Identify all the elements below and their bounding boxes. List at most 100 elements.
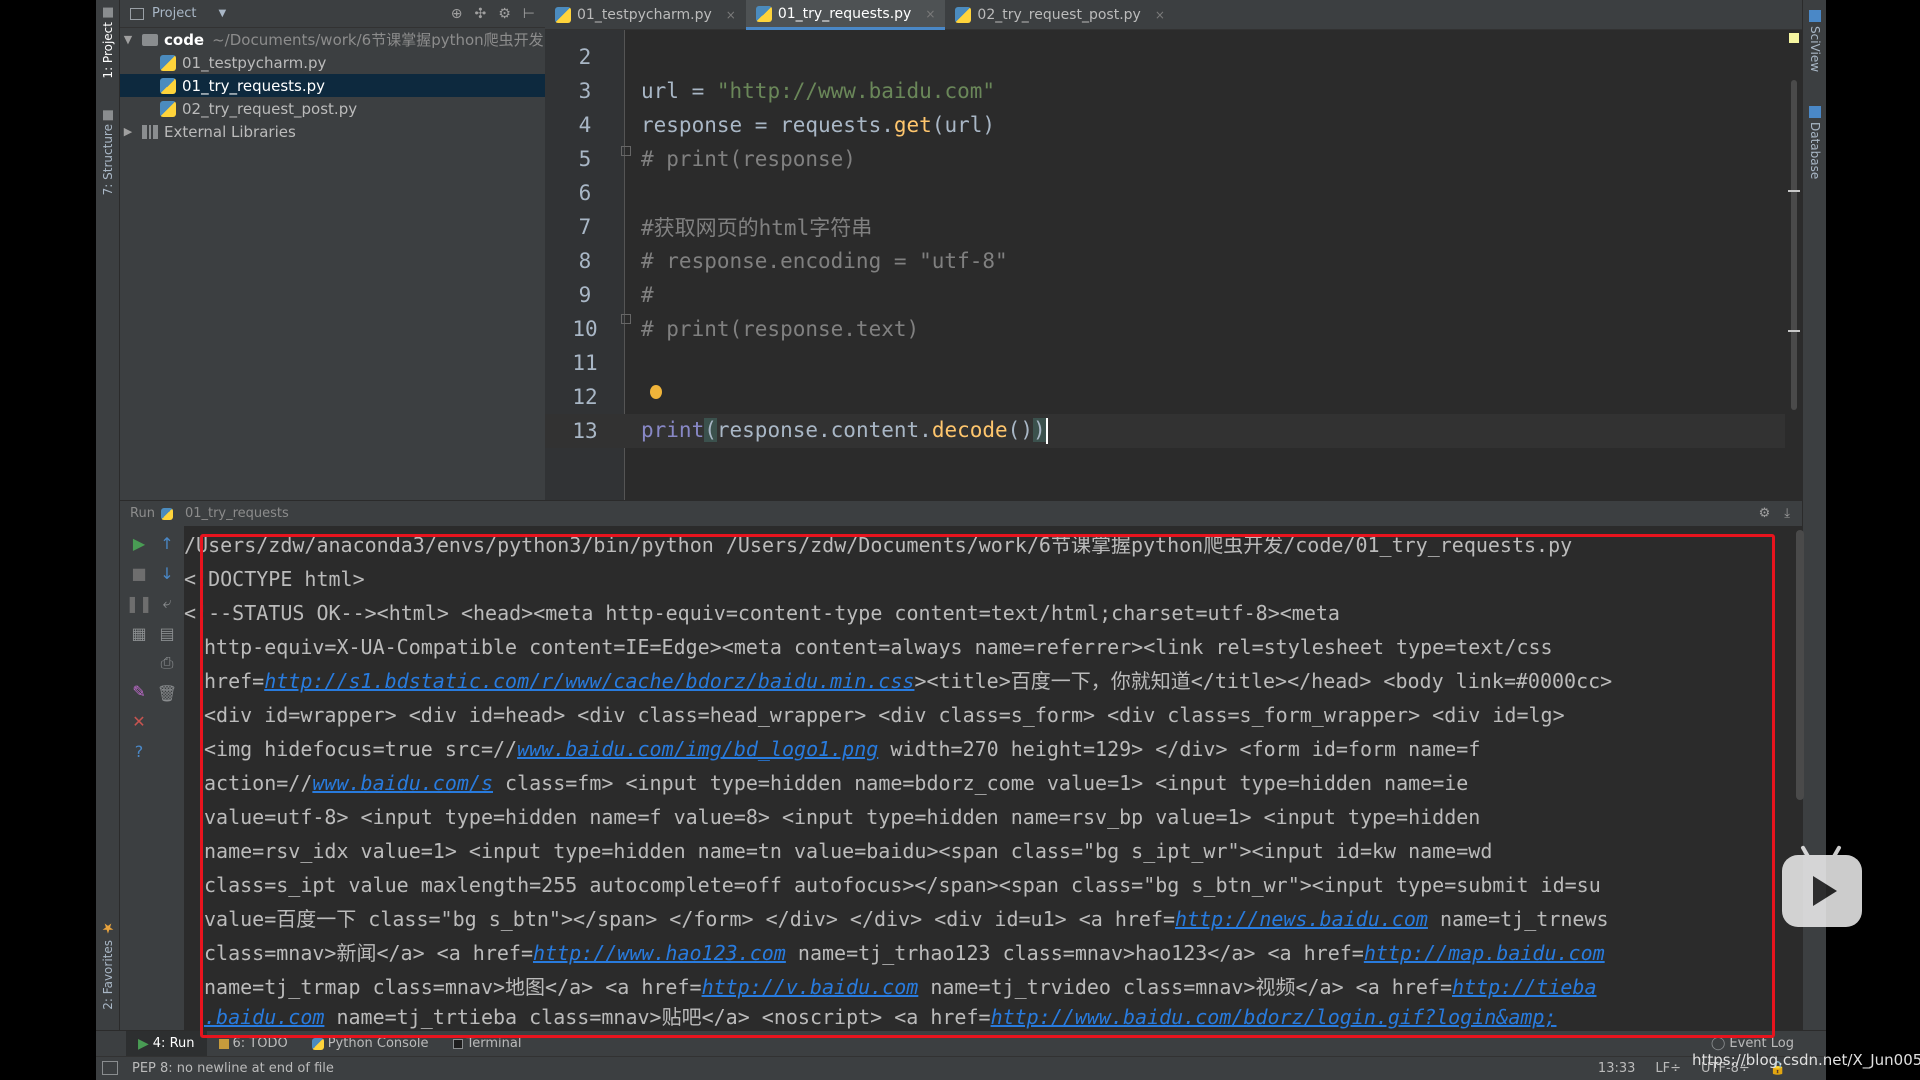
lightbulb-icon[interactable] [650, 385, 662, 399]
hide-panel-icon[interactable]: ⤓ [1784, 506, 1790, 521]
line-number: 8 [578, 249, 592, 273]
project-panel-title[interactable]: Project [152, 6, 196, 21]
console-line: <!DOCTYPE html> [184, 567, 365, 591]
tab-project-tool[interactable]: 1: Project [98, 8, 118, 79]
console-link[interactable]: http://www.baidu.com/bdorz/login.gif?log… [991, 1005, 1557, 1029]
layout-icon[interactable]: ▦ [128, 622, 150, 644]
line-number: 6 [578, 181, 592, 205]
console-link[interactable]: http://v.baidu.com [702, 975, 919, 999]
console-link[interactable]: www.baidu.com/img/bd_logo1.png [517, 737, 878, 761]
arrow-down-icon[interactable]: ↓ [156, 562, 178, 584]
project-panel-header: Project ▼ ⊕ ✣ ⚙ ⊢ [120, 0, 545, 28]
editor-scrollbar[interactable] [1786, 30, 1802, 500]
tab-01-try-requests[interactable]: 01_try_requests.py × [745, 0, 946, 30]
gear-icon[interactable]: ⚙ [498, 6, 511, 22]
soft-wrap-icon[interactable]: ⤶ [156, 592, 178, 614]
python-console-tool-label: Python Console [327, 1036, 429, 1051]
chevron-right-icon[interactable]: ▶ [120, 125, 136, 138]
console-text: name=tj_trmap class=mnav>地图</a> <a href= [204, 975, 702, 999]
run-panel-label: Run [130, 506, 155, 521]
arrow-up-icon[interactable]: ↑ [156, 532, 178, 554]
letterbox-left [0, 0, 96, 1080]
scroll-marker[interactable] [1788, 190, 1800, 192]
chevron-down-icon[interactable]: ▼ [218, 8, 226, 19]
console-link[interactable]: http://tieba [1452, 975, 1597, 999]
line-separator[interactable]: LF÷ [1655, 1061, 1681, 1076]
database-icon [1809, 106, 1821, 118]
console-link[interactable]: http://www.hao123.com [533, 941, 786, 965]
console-line: value=百度一下 class="bg s_btn"></span> </fo… [204, 902, 1704, 936]
inspection-status-icon[interactable] [1789, 33, 1799, 43]
console-link[interactable]: http://map.baidu.com [1364, 941, 1605, 965]
code-line: 5 # print(response) [545, 142, 1785, 176]
console-link[interactable]: http://s1.bdstatic.com/r/www/cache/bdorz… [264, 669, 914, 693]
locate-icon[interactable]: ⊕ [451, 6, 463, 22]
console-scrollbar-thumb[interactable] [1796, 530, 1804, 800]
code-editor[interactable]: 2 3 url = "http://www.baidu.com" 4 respo… [545, 30, 1802, 500]
console-link[interactable]: www.baidu.com/s [312, 771, 493, 795]
tree-item-code-folder[interactable]: ▼ code ~/Documents/work/6节课掌握python爬虫开发 [120, 28, 545, 51]
run-console-output[interactable]: /Users/zdw/anaconda3/envs/python3/bin/py… [184, 526, 1802, 1030]
collapse-icon[interactable]: ✣ [475, 6, 487, 22]
python-file-icon [755, 5, 772, 22]
tab-sciview-tool[interactable]: SciView [1805, 10, 1825, 72]
line-number: 4 [578, 113, 592, 137]
tree-item-external-libraries[interactable]: ▶ External Libraries [120, 120, 545, 143]
close-icon[interactable]: × [726, 8, 736, 22]
code-comment: # [641, 283, 654, 307]
tab-01-testpycharm[interactable]: 01_testpycharm.py × [545, 0, 746, 30]
tab-favorites-tool[interactable]: 2: Favorites ★ [98, 920, 118, 1010]
tree-item-file[interactable]: 01_testpycharm.py [120, 51, 545, 74]
text-cursor [1045, 418, 1048, 444]
tab-python-console-tool[interactable]: Python Console [300, 1031, 441, 1057]
tab-structure-tool[interactable]: 7: Structure [98, 110, 118, 195]
scroll-marker[interactable] [1788, 330, 1800, 332]
pause-icon[interactable]: ❚❚ [126, 592, 153, 614]
console-link[interactable]: .baidu.com [204, 1005, 324, 1029]
help-icon[interactable]: ? [128, 740, 150, 762]
close-icon[interactable]: × [1155, 8, 1165, 22]
pin-icon[interactable]: ✎ [128, 680, 150, 702]
tab-label: 01_testpycharm.py [577, 7, 712, 23]
code-comment: # print(response.text) [641, 317, 920, 341]
console-link[interactable]: http://news.baidu.com [1175, 907, 1428, 931]
tab-database-tool[interactable]: Database [1805, 106, 1825, 179]
tab-run-tool[interactable]: ▶ 4: Run [126, 1030, 207, 1057]
print-icon[interactable]: ⎙ [156, 652, 178, 674]
code-token: requests. [780, 113, 894, 137]
tab-02-try-request-post[interactable]: 02_try_request_post.py × [945, 0, 1174, 30]
console-line: action=//www.baidu.com/s class=fm> <inpu… [204, 766, 1704, 800]
close-icon[interactable]: ✕ [128, 710, 150, 732]
console-line: href=http://s1.bdstatic.com/r/www/cache/… [204, 664, 1704, 698]
python-file-icon [160, 77, 176, 94]
console-text: action=// [204, 771, 313, 795]
stop-icon[interactable]: ■ [128, 562, 150, 584]
todo-tool-label: 6: TODO [232, 1036, 288, 1051]
run-config-name[interactable]: 01_try_requests [185, 506, 289, 521]
chevron-down-icon[interactable]: ▼ [120, 33, 136, 46]
tab-todo-tool[interactable]: 6: TODO [207, 1031, 300, 1057]
tree-item-file-selected[interactable]: 01_try_requests.py [120, 74, 545, 97]
project-tool-label: 1: Project [101, 22, 115, 79]
close-icon[interactable]: × [925, 7, 935, 21]
tab-terminal-tool[interactable]: Terminal [441, 1031, 534, 1057]
line-number: 11 [572, 351, 598, 375]
run-tool-label: 4: Run [152, 1036, 195, 1051]
scrollbar-thumb[interactable] [1791, 80, 1797, 410]
toggle-tool-windows-icon[interactable] [102, 1061, 118, 1075]
rerun-icon[interactable]: ▶ [128, 532, 150, 554]
folder-icon [142, 33, 158, 46]
hide-panel-icon[interactable]: ⊢ [523, 6, 535, 22]
trash-icon[interactable]: 🗑 [156, 682, 178, 704]
code-token: "http://www.baidu.com" [716, 79, 996, 103]
caret-position[interactable]: 13:33 [1598, 1061, 1635, 1076]
code-line: 12 [545, 380, 1785, 414]
code-token: () [1007, 418, 1033, 442]
gear-icon[interactable]: ⚙ [1759, 506, 1771, 521]
line-number: 10 [572, 317, 598, 341]
tree-item-file[interactable]: 02_try_request_post.py [120, 97, 545, 120]
tree-item-label: 01_testpycharm.py [182, 53, 327, 72]
play-icon: ▶ [138, 1035, 149, 1052]
console-line: name=tj_trmap class=mnav>地图</a> <a href=… [204, 970, 1704, 1004]
scroll-to-end-icon[interactable]: ▤ [156, 622, 178, 644]
